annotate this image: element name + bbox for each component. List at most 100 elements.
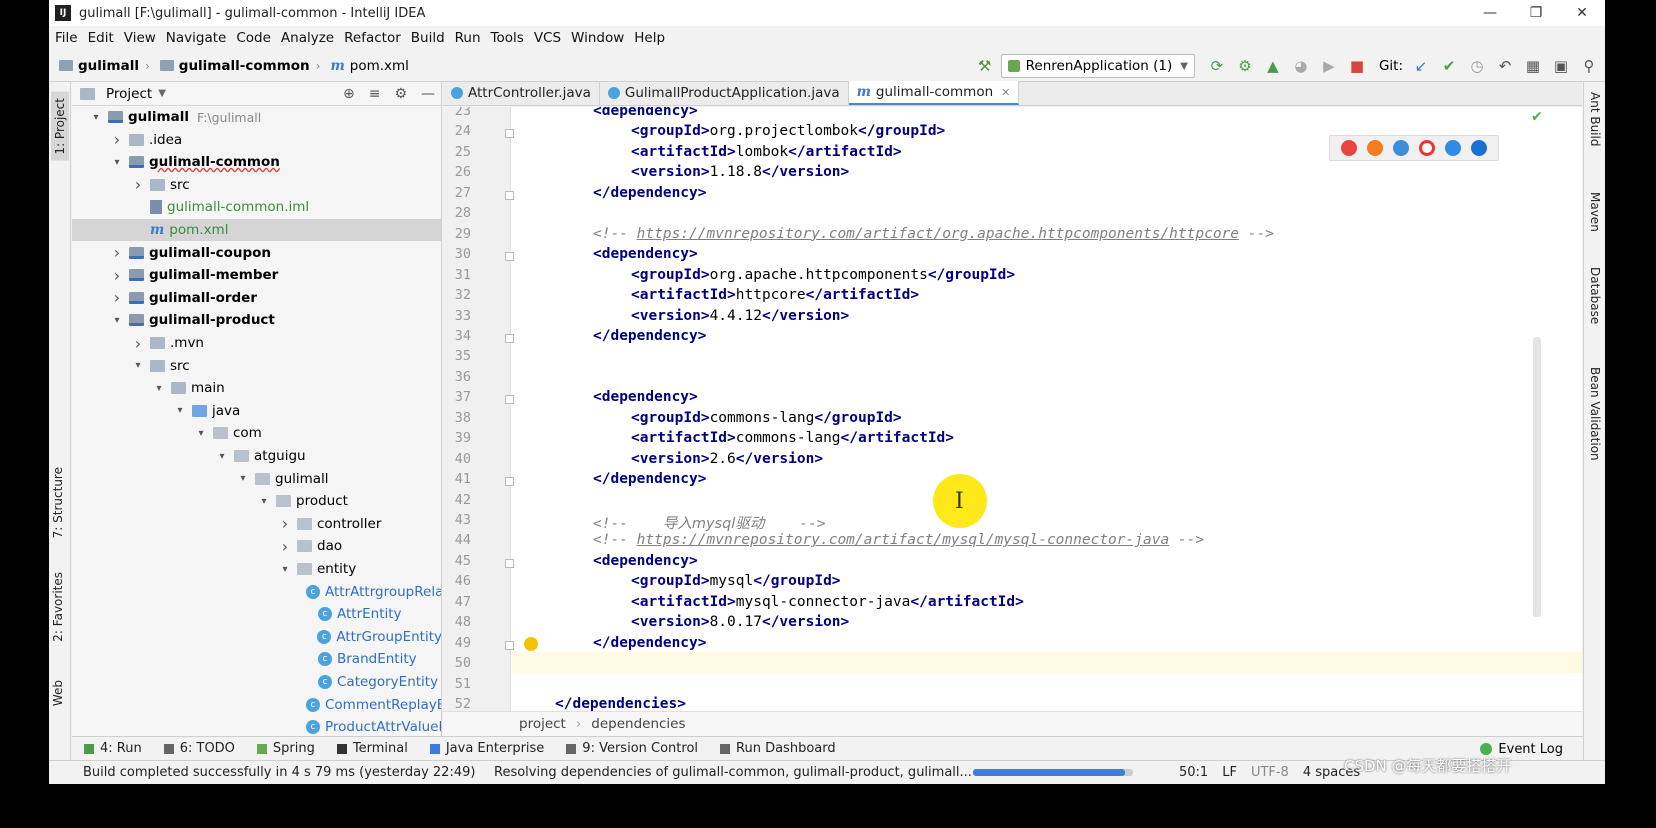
- project-structure-icon[interactable]: ▦: [1521, 54, 1545, 78]
- git-commit-icon[interactable]: ✔: [1437, 54, 1461, 78]
- breadcrumb-project-tag[interactable]: project: [519, 716, 566, 732]
- gear-icon[interactable]: ⚙: [394, 86, 407, 102]
- build-hammer-icon[interactable]: ⚒: [973, 54, 997, 78]
- run-to-icon[interactable]: ▶: [1317, 54, 1341, 78]
- edge-icon[interactable]: [1471, 140, 1487, 156]
- git-history-icon[interactable]: ◷: [1465, 54, 1489, 78]
- collapse-all-icon[interactable]: ≡: [369, 86, 381, 102]
- firefox-icon[interactable]: [1367, 140, 1383, 156]
- expand-down-icon[interactable]: ▾: [132, 360, 144, 371]
- tree-item[interactable]: c BrandEntity: [72, 648, 441, 670]
- tree-item[interactable]: ▾ gulimall: [72, 468, 441, 490]
- background-task-progress[interactable]: [973, 769, 1133, 776]
- fold-marker-icon[interactable]: [505, 190, 514, 200]
- tree-item[interactable]: gulimall-common.iml: [72, 196, 441, 218]
- fold-marker-icon[interactable]: [505, 252, 514, 262]
- tree-item[interactable]: c CommentReplayE: [72, 694, 441, 716]
- tree-item[interactable]: c AttrEntity: [72, 603, 441, 625]
- tree-item[interactable]: › gulimall-coupon: [72, 242, 441, 264]
- tree-item[interactable]: c AttrGroupEntity: [72, 626, 441, 648]
- expand-right-icon[interactable]: ›: [279, 537, 291, 556]
- expand-down-icon[interactable]: ▾: [237, 473, 249, 484]
- tool-todo[interactable]: 6: TODO: [163, 741, 235, 756]
- tool-tab-database[interactable]: Database: [1588, 267, 1602, 324]
- expand-right-icon[interactable]: ›: [111, 130, 123, 149]
- fold-marker-icon[interactable]: [505, 395, 514, 405]
- expand-down-icon[interactable]: ▾: [195, 428, 207, 439]
- lightbulb-icon[interactable]: [524, 637, 538, 651]
- tree-item[interactable]: c ProductAttrValueE: [72, 716, 441, 736]
- tree-item[interactable]: ▾ gulimall-common: [72, 151, 441, 173]
- tool-tab-structure[interactable]: 7: Structure: [51, 467, 65, 538]
- git-update-icon[interactable]: ↙: [1409, 54, 1433, 78]
- tool-spring[interactable]: Spring: [256, 741, 315, 756]
- breadcrumb-module[interactable]: gulimall-common: [159, 58, 310, 74]
- tree-item[interactable]: › src: [72, 174, 441, 196]
- tree-item[interactable]: m pom.xml: [72, 219, 441, 241]
- tool-run-dashboard[interactable]: Run Dashboard: [720, 741, 836, 756]
- tree-item[interactable]: › .mvn: [72, 332, 441, 354]
- editor-tab[interactable]: AttrController.java: [443, 81, 600, 105]
- locate-icon[interactable]: ⊕: [343, 86, 355, 102]
- chevron-down-icon[interactable]: ▼: [158, 88, 166, 99]
- tool-tab-favorites[interactable]: 2: Favorites: [51, 572, 65, 642]
- debug-icon[interactable]: ⚙: [1233, 54, 1257, 78]
- hide-icon[interactable]: —: [421, 86, 435, 102]
- fold-marker-icon[interactable]: [505, 640, 514, 650]
- tool-tab-project[interactable]: 1: Project: [51, 92, 69, 161]
- menu-vcs[interactable]: VCS: [534, 30, 561, 46]
- menu-help[interactable]: Help: [634, 30, 665, 46]
- background-task-text[interactable]: Resolving dependencies of gulimall-commo…: [494, 765, 972, 780]
- tree-item[interactable]: ▾ atguigu: [72, 445, 441, 467]
- menu-analyze[interactable]: Analyze: [281, 30, 334, 46]
- tree-item[interactable]: c AttrAttrgroupRela: [72, 581, 441, 603]
- close-tab-icon[interactable]: ✕: [1001, 86, 1010, 99]
- tool-tab-maven[interactable]: Maven: [1588, 192, 1602, 232]
- tree-item[interactable]: › gulimall-order: [72, 287, 441, 309]
- fold-marker-icon[interactable]: [505, 333, 514, 343]
- menu-tools[interactable]: Tools: [491, 30, 524, 46]
- expand-down-icon[interactable]: ▾: [111, 315, 123, 326]
- git-rollback-icon[interactable]: ↶: [1493, 54, 1517, 78]
- expand-down-icon[interactable]: ▾: [153, 383, 165, 394]
- breadcrumb-project[interactable]: gulimall: [59, 58, 139, 74]
- fold-marker-icon[interactable]: [505, 129, 514, 139]
- restore-button[interactable]: ❐: [1513, 0, 1559, 26]
- tree-item[interactable]: › controller: [72, 513, 441, 535]
- rerun-icon[interactable]: ⟳: [1205, 54, 1229, 78]
- tool-tab-ant-build[interactable]: Ant Build: [1588, 92, 1602, 146]
- tree-item[interactable]: ▾ entity: [72, 558, 441, 580]
- tree-item[interactable]: c CategoryEntity: [72, 671, 441, 693]
- ie-icon[interactable]: [1445, 140, 1461, 156]
- file-encoding[interactable]: UTF-8: [1251, 765, 1289, 780]
- menu-refactor[interactable]: Refactor: [344, 30, 401, 46]
- expand-right-icon[interactable]: ›: [132, 334, 144, 353]
- profile-icon[interactable]: ◕: [1289, 54, 1313, 78]
- expand-right-icon[interactable]: ›: [111, 243, 123, 262]
- tree-item[interactable]: ▾ src: [72, 355, 441, 377]
- tool-tab-web[interactable]: Web: [51, 680, 65, 706]
- close-window-button[interactable]: ✕: [1559, 0, 1605, 26]
- menu-navigate[interactable]: Navigate: [166, 30, 227, 46]
- tool-version-control[interactable]: 9: Version Control: [566, 741, 698, 756]
- tree-item[interactable]: › .idea: [72, 129, 441, 151]
- breadcrumb-file[interactable]: m pom.xml: [330, 58, 408, 74]
- tree-item[interactable]: ▾ gulimall F:\gulimall: [72, 106, 441, 128]
- fold-marker-icon[interactable]: [505, 477, 514, 487]
- run-configuration-select[interactable]: RenrenApplication (1) ▼: [1000, 54, 1195, 78]
- tree-item[interactable]: ▾ gulimall-product: [72, 309, 441, 331]
- comment-link[interactable]: https://mvnrepository.com/artifact/org.a…: [637, 226, 1239, 242]
- tree-item[interactable]: › dao: [72, 535, 441, 557]
- expand-down-icon[interactable]: ▾: [258, 496, 270, 507]
- editor-scrollbar[interactable]: [1533, 337, 1541, 617]
- editor-tab[interactable]: GulimallProductApplication.java: [600, 81, 849, 105]
- fold-marker-icon[interactable]: [505, 558, 514, 568]
- editor-tab[interactable]: m gulimall-common ✕: [848, 81, 1020, 105]
- menu-code[interactable]: Code: [236, 30, 271, 46]
- caret-position[interactable]: 50:1: [1179, 765, 1208, 780]
- tool-tab-bean-validation[interactable]: Bean Validation: [1588, 367, 1602, 461]
- chrome-icon[interactable]: [1341, 140, 1357, 156]
- menu-window[interactable]: Window: [571, 30, 624, 46]
- coverage-icon[interactable]: ▲: [1261, 54, 1285, 78]
- menu-edit[interactable]: Edit: [88, 30, 114, 46]
